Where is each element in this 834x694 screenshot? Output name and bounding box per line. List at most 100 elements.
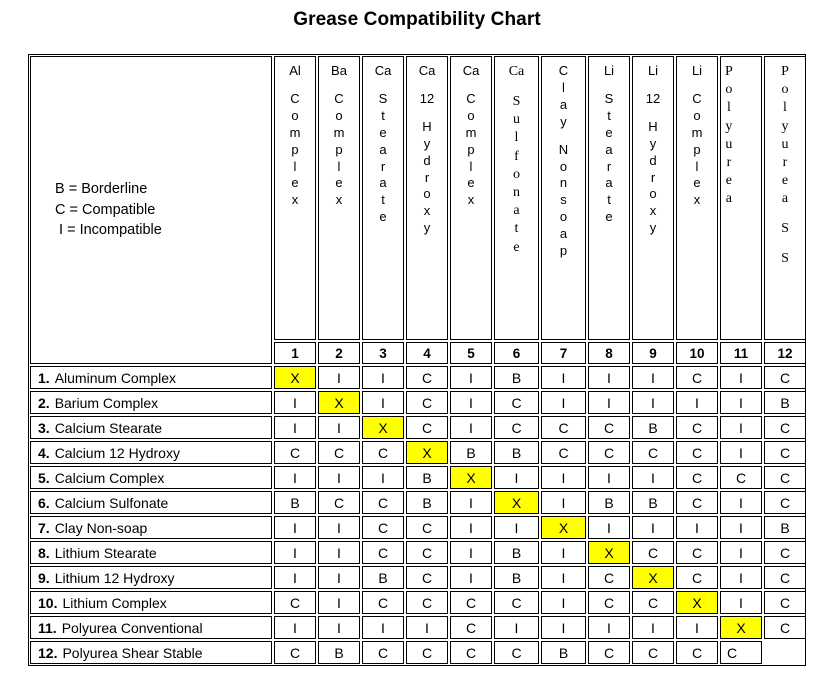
cell-r8-c8: X	[587, 540, 631, 565]
cell-r7-c8: I	[587, 515, 631, 540]
cell-r11-c7: I	[540, 615, 587, 640]
cell-value-r6-c6: X	[494, 491, 539, 514]
cell-value-r11-c11: X	[720, 616, 762, 639]
cell-value-r5-c10: C	[676, 466, 718, 489]
cell-value-r12-c4: C	[406, 641, 448, 664]
cell-r5-c5: X	[449, 465, 493, 490]
cell-value-r8-c12: C	[764, 541, 806, 564]
column-header-6: Ca Su l f o n a t e	[493, 55, 540, 341]
row-header-11: 11. Polyurea Conventional	[29, 615, 273, 640]
column-number-cell: 5	[449, 341, 493, 365]
column-number-5: 5	[450, 342, 492, 364]
cell-value-r11-c9: I	[632, 616, 674, 639]
cell-value-r7-c2: I	[318, 516, 360, 539]
cell-value-r3-c8: C	[588, 416, 630, 439]
cell-r10-c12: C	[763, 590, 807, 615]
cell-value-r5-c8: I	[588, 466, 630, 489]
cell-value-r3-c10: C	[676, 416, 718, 439]
cell-r10-c5: C	[449, 590, 493, 615]
cell-r12-c10: C	[675, 640, 719, 665]
cell-r2-c1: I	[273, 390, 317, 415]
cell-value-r4-c8: C	[588, 441, 630, 464]
cell-r7-c4: C	[405, 515, 449, 540]
column-number-cell: 4	[405, 341, 449, 365]
cell-r2-c7: I	[540, 390, 587, 415]
column-number-4: 4	[406, 342, 448, 364]
column-number-cell: 10	[675, 341, 719, 365]
column-number-cell: 1	[273, 341, 317, 365]
column-number-7: 7	[541, 342, 586, 364]
cell-value-r10-c11: I	[720, 591, 762, 614]
row-label: Lithium 12 Hydroxy	[54, 569, 175, 586]
cell-r8-c4: C	[405, 540, 449, 565]
cell-r9-c10: C	[675, 565, 719, 590]
cell-r3-c2: I	[317, 415, 361, 440]
cell-value-r3-c3: X	[362, 416, 404, 439]
cell-r6-c1: B	[273, 490, 317, 515]
cell-r7-c3: C	[361, 515, 405, 540]
cell-r12-c8: C	[587, 640, 631, 665]
row-label: Calcium Complex	[54, 469, 165, 486]
column-number-2: 2	[318, 342, 360, 364]
cell-value-r12-c8: C	[588, 641, 630, 664]
cell-r8-c1: I	[273, 540, 317, 565]
cell-r3-c8: C	[587, 415, 631, 440]
cell-value-r8-c3: C	[362, 541, 404, 564]
cell-r8-c11: I	[719, 540, 763, 565]
row-number: 8.	[38, 544, 50, 561]
cell-value-r4-c11: I	[720, 441, 762, 464]
cell-r11-c1: I	[273, 615, 317, 640]
cell-r10-c3: C	[361, 590, 405, 615]
row-number: 4.	[38, 444, 50, 461]
column-header-label-2: Ba Co m p l e x	[331, 63, 347, 208]
cell-r3-c11: I	[719, 415, 763, 440]
cell-r4-c12: C	[763, 440, 807, 465]
column-header-label-7: ClayNonsoap	[558, 63, 569, 258]
cell-value-r8-c10: C	[676, 541, 718, 564]
column-header-10: Li Co m p l e x	[675, 55, 719, 341]
cell-value-r1-c9: I	[632, 366, 674, 389]
cell-r9-c4: C	[405, 565, 449, 590]
cell-r9-c6: B	[493, 565, 540, 590]
column-number-cell: 12	[763, 341, 807, 365]
cell-r5-c10: C	[675, 465, 719, 490]
cell-r12-c1: C	[273, 640, 317, 665]
cell-value-r7-c6: I	[494, 516, 539, 539]
row-header-12: 12. Polyurea Shear Stable	[29, 640, 273, 665]
cell-r3-c3: X	[361, 415, 405, 440]
cell-value-r9-c3: B	[362, 566, 404, 589]
cell-value-r3-c11: I	[720, 416, 762, 439]
cell-r1-c7: I	[540, 365, 587, 390]
cell-value-r4-c12: C	[764, 441, 806, 464]
cell-value-r4-c10: C	[676, 441, 718, 464]
cell-r9-c9: X	[631, 565, 675, 590]
cell-r5-c1: I	[273, 465, 317, 490]
cell-value-r7-c4: C	[406, 516, 448, 539]
cell-r3-c6: C	[493, 415, 540, 440]
cell-r6-c10: C	[675, 490, 719, 515]
column-header-label-11: Polyurea	[725, 64, 733, 207]
cell-value-r5-c1: I	[274, 466, 316, 489]
cell-r8-c12: C	[763, 540, 807, 565]
column-header-11: Polyurea	[719, 55, 763, 341]
cell-r4-c8: C	[587, 440, 631, 465]
cell-r1-c11: I	[719, 365, 763, 390]
cell-r8-c9: C	[631, 540, 675, 565]
column-number-11: 11	[720, 342, 762, 364]
cell-r3-c4: C	[405, 415, 449, 440]
row-number: 6.	[38, 494, 50, 511]
cell-r3-c12: C	[763, 415, 807, 440]
column-header-8: Li St e a r a t e	[587, 55, 631, 341]
table-row: 7. Clay Non-soap I I C C I I X I I I I B	[29, 515, 807, 540]
cell-r12-c9: C	[631, 640, 675, 665]
cell-value-r8-c2: I	[318, 541, 360, 564]
row-label: Polyurea Shear Stable	[62, 644, 203, 661]
cell-r10-c4: C	[405, 590, 449, 615]
cell-r1-c2: I	[317, 365, 361, 390]
cell-value-r7-c10: I	[676, 516, 718, 539]
cell-r8-c6: B	[493, 540, 540, 565]
cell-value-r9-c5: I	[450, 566, 492, 589]
cell-value-r9-c1: I	[274, 566, 316, 589]
cell-value-r2-c11: I	[720, 391, 762, 414]
table-row: 2. Barium Complex I X I C I C I I I I I B	[29, 390, 807, 415]
